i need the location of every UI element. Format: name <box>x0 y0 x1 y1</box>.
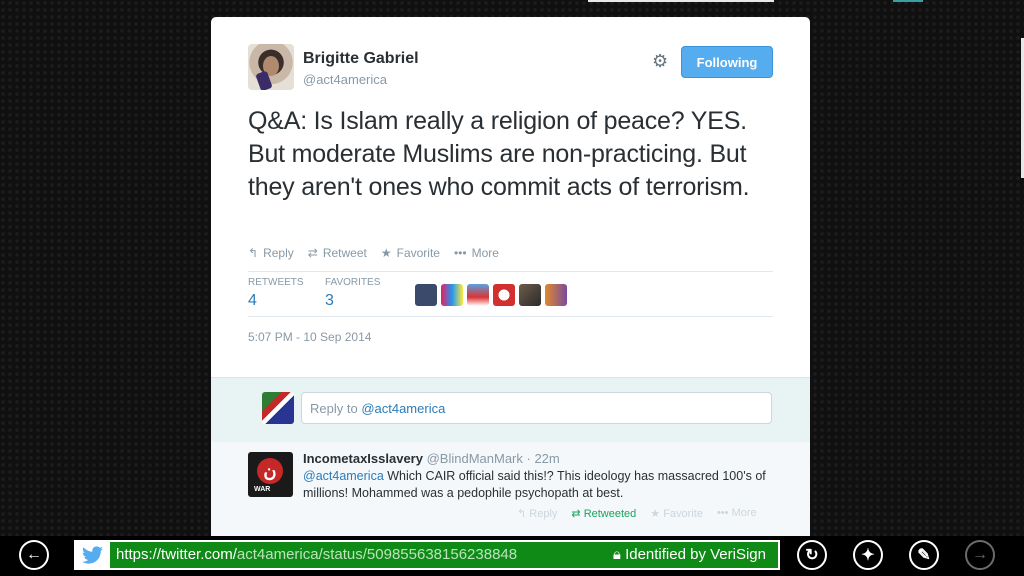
reply-author-avatar[interactable]: ن WAR <box>248 452 293 497</box>
more-action[interactable]: ••• More <box>454 246 499 260</box>
address-bar[interactable]: https://twitter.com/act4america/status/5… <box>74 540 780 570</box>
reply-input[interactable]: Reply to @act4america <box>301 392 772 424</box>
more-icon: ••• <box>716 507 732 519</box>
favoriter-avatar[interactable] <box>493 284 515 306</box>
pin-button[interactable]: ✦ <box>853 540 883 570</box>
arrow-right-icon: → <box>972 546 988 563</box>
address-bar-top-edge <box>588 0 774 2</box>
arrow-left-icon: ← <box>26 546 42 563</box>
reply-action[interactable]: ↰ Reply <box>248 246 294 260</box>
reply-icon: ↰ <box>517 508 530 520</box>
tab-indicator <box>893 0 923 2</box>
favoriter-avatars <box>415 284 567 306</box>
url-text: https://twitter.com/act4america/status/5… <box>116 546 518 563</box>
retweet-icon: ⇄ <box>571 508 584 520</box>
pin-icon: ✦ <box>861 547 875 564</box>
tweet-timestamp[interactable]: 5:07 PM - 10 Sep 2014 <box>248 330 371 344</box>
reply-author: IncometaxIsslavery @BlindManMark · 22m <box>303 451 560 466</box>
wrench-icon: ✎ <box>917 547 931 564</box>
favorite-action[interactable]: ★ Favorite <box>381 246 440 260</box>
favoriter-avatar[interactable] <box>415 284 437 306</box>
reply-text: @act4america Which CAIR official said th… <box>303 469 766 500</box>
reply-action[interactable]: ↰ Reply <box>517 507 557 520</box>
twitter-bird-icon <box>76 542 110 568</box>
reply-author-handle[interactable]: @BlindManMark <box>427 451 523 466</box>
refresh-button[interactable]: ↻ <box>797 540 827 570</box>
reply-area: Reply to @act4america <box>211 377 810 443</box>
reply-actions: ↰ Reply ⇄ Retweeted ★ Favorite ••• More <box>517 507 757 520</box>
divider <box>248 316 773 317</box>
favorites-stat[interactable]: FAVORITES 3 <box>325 277 380 310</box>
retweet-icon: ⇄ <box>307 246 318 260</box>
tweet-text: Q&A: Is Islam really a religion of peace… <box>248 107 750 201</box>
star-icon: ★ <box>650 508 664 520</box>
reply-icon: ↰ <box>248 246 259 260</box>
author-name[interactable]: Brigitte Gabriel <box>303 50 419 68</box>
divider <box>248 271 773 272</box>
following-button[interactable]: Following <box>681 46 773 78</box>
forward-button[interactable]: → <box>965 540 995 570</box>
star-icon: ★ <box>380 246 392 260</box>
retweet-action[interactable]: ⇄ Retweet <box>308 246 367 260</box>
favoriter-avatar[interactable] <box>467 284 489 306</box>
gear-icon[interactable]: ⚙ <box>652 52 670 70</box>
refresh-icon: ↻ <box>805 547 819 564</box>
favoriter-avatar[interactable] <box>545 284 567 306</box>
favoriter-avatar[interactable] <box>441 284 463 306</box>
more-icon: ••• <box>453 246 467 260</box>
reply-tweet: ن WAR IncometaxIsslavery @BlindManMark · … <box>211 442 810 540</box>
lock-icon: 🔒︎ <box>612 546 626 563</box>
retweeted-action[interactable]: ⇄ Retweeted <box>571 507 636 520</box>
browser-app-bar: ← https://twitter.com/act4america/status… <box>0 536 1024 576</box>
favoriter-avatar[interactable] <box>519 284 541 306</box>
reply-author-name[interactable]: IncometaxIsslavery <box>303 451 423 466</box>
reply-mention[interactable]: @act4america <box>303 469 384 483</box>
author-handle[interactable]: @act4america <box>303 72 387 87</box>
author-avatar[interactable] <box>248 44 294 90</box>
page-tools-button[interactable]: ✎ <box>909 540 939 570</box>
more-action[interactable]: ••• More <box>717 507 757 520</box>
reply-time[interactable]: 22m <box>534 451 559 466</box>
favorite-action[interactable]: ★ Favorite <box>650 507 703 520</box>
site-identity[interactable]: 🔒︎ Identified by VeriSign <box>613 546 766 563</box>
tweet-actions: ↰ Reply ⇄ Retweet ★ Favorite ••• More <box>248 246 499 260</box>
back-button[interactable]: ← <box>19 540 49 570</box>
retweets-stat[interactable]: RETWEETS 4 <box>248 277 304 310</box>
tweet-card: Brigitte Gabriel @act4america ⚙ Followin… <box>211 17 810 540</box>
current-user-avatar <box>262 392 294 424</box>
